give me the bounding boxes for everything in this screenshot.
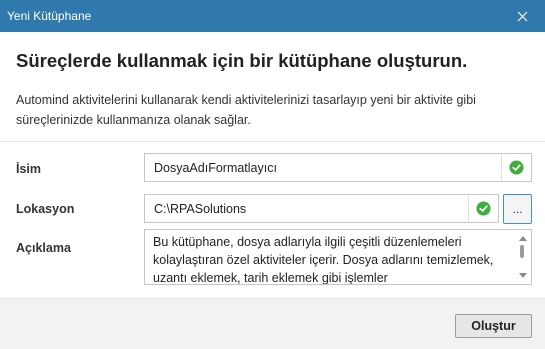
window-title: Yeni Kütüphane (7, 9, 92, 23)
name-valid-indicator (501, 154, 531, 181)
location-value: C:\RPASolutions (154, 201, 247, 216)
scroll-up-arrow-icon[interactable] (519, 236, 527, 241)
description-scrollbar[interactable] (514, 230, 531, 284)
dialog-description: Automind aktivitelerini kullanarak kendi… (16, 93, 476, 127)
scroll-down-arrow-icon[interactable] (519, 273, 527, 278)
divider (0, 141, 545, 142)
close-icon (517, 11, 527, 21)
description-text: Bu kütüphane, dosya adlarıyla ilgili çeş… (153, 235, 494, 285)
close-button[interactable] (499, 0, 545, 32)
browse-button[interactable]: ... (503, 194, 532, 224)
name-value: DosyaAdıFormatlayıcı (154, 160, 277, 175)
name-label: İsim (16, 162, 42, 176)
check-circle-icon (476, 201, 491, 216)
location-valid-indicator (468, 195, 498, 222)
dialog-heading: Süreçlerde kullanmak için bir kütüphane … (16, 50, 468, 71)
description-label: Açıklama (16, 241, 71, 255)
name-field[interactable]: DosyaAdıFormatlayıcı (144, 153, 532, 182)
title-bar: Yeni Kütüphane (0, 0, 545, 32)
scroll-thumb[interactable] (520, 245, 524, 258)
location-field[interactable]: C:\RPASolutions (144, 194, 499, 223)
create-button[interactable]: Oluştur (455, 314, 532, 338)
check-circle-icon (509, 160, 524, 175)
location-label: Lokasyon (16, 202, 75, 216)
description-textarea[interactable]: Bu kütüphane, dosya adlarıyla ilgili çeş… (144, 229, 532, 285)
dialog-footer: Oluştur (0, 298, 545, 349)
